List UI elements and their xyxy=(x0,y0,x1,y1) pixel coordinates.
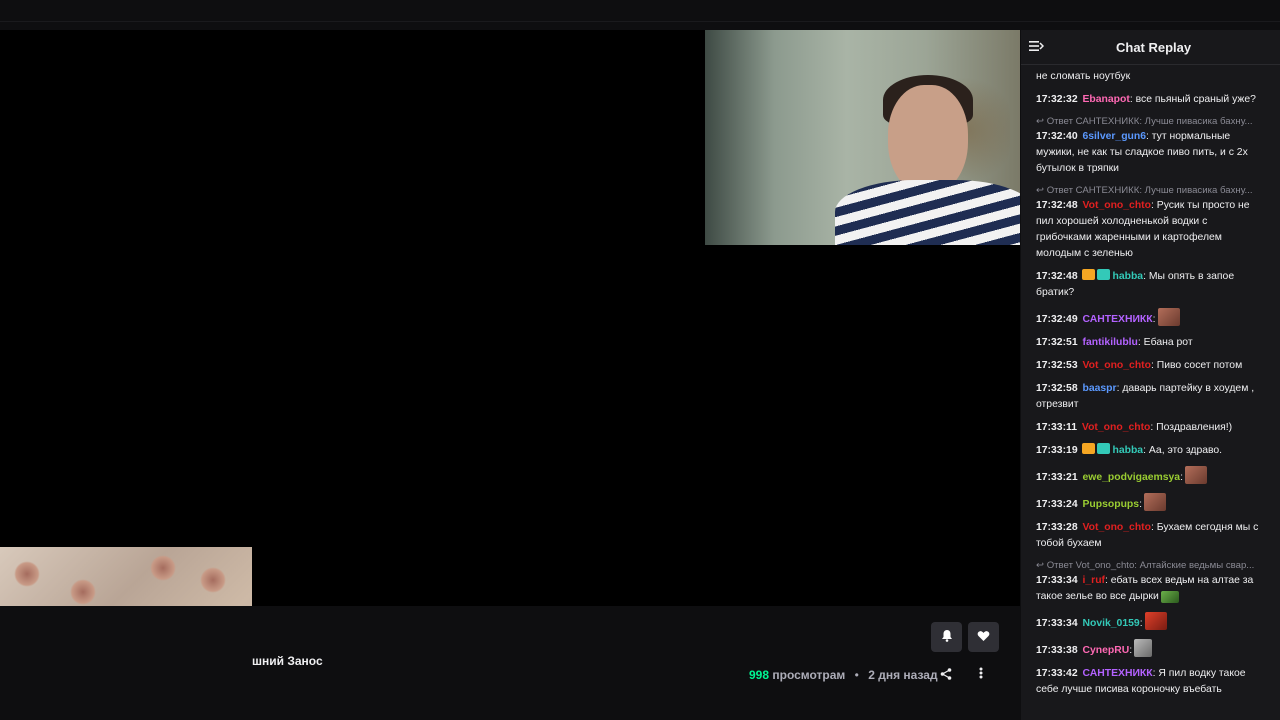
chat-username[interactable]: Vot_ono_chto xyxy=(1082,360,1151,371)
chat-message: 17:33:24 Pupsopups: xyxy=(1036,493,1265,513)
subscriber-badge-icon xyxy=(1097,443,1111,454)
chat-message: 17:32:32 Ebanapot: все пьяный сраный уже… xyxy=(1036,92,1265,108)
chat-timestamp: 17:32:53 xyxy=(1036,360,1081,371)
chat-message: 17:32:48 Vot_ono_chto: Русик ты просто н… xyxy=(1036,198,1265,262)
chat-text: : xyxy=(1152,314,1156,325)
chat-username[interactable]: Vot_ono_chto xyxy=(1082,522,1151,533)
crown-badge-icon xyxy=(1082,269,1096,280)
chat-username[interactable]: habba xyxy=(1112,445,1143,456)
chat-emote-icon xyxy=(1184,466,1207,484)
chat-username[interactable]: CynepRU xyxy=(1082,645,1129,656)
chat-text: : Аа, это здраво. xyxy=(1143,445,1223,456)
chat-text: : xyxy=(1129,645,1133,656)
chat-text: : все пьяный сраный уже? xyxy=(1129,94,1256,105)
chat-timestamp: 17:32:40 xyxy=(1036,131,1081,142)
chat-emote-icon xyxy=(1143,493,1166,511)
view-label: просмотрам xyxy=(772,668,846,682)
chat-timestamp: 17:33:38 xyxy=(1036,645,1081,656)
chat-timestamp: 17:32:48 xyxy=(1036,271,1081,282)
chat-message: 17:33:19 habba: Аа, это здраво. xyxy=(1036,443,1265,459)
heart-icon xyxy=(977,630,990,645)
stream-info-bar: шний Занос 998 просмотрам • 2 дня назад xyxy=(0,606,1020,720)
chat-timestamp: 17:32:58 xyxy=(1036,383,1081,394)
chat-text: : Пиво сосет потом xyxy=(1150,360,1243,371)
view-count: 998 xyxy=(749,668,770,682)
chat-timestamp: 17:33:42 xyxy=(1036,668,1081,679)
collapse-chat-icon[interactable] xyxy=(1029,39,1045,56)
chat-text: : Поздравления!) xyxy=(1150,422,1233,433)
chat-message: 17:32:40 6silver_gun6: тут нормальные му… xyxy=(1036,129,1265,177)
chat-username[interactable]: 6silver_gun6 xyxy=(1082,131,1146,142)
more-vertical-icon[interactable] xyxy=(979,666,983,682)
chat-message: 17:33:38 CynepRU: xyxy=(1036,639,1265,659)
chat-emote-icon xyxy=(1157,308,1180,326)
chat-text: : Ебана рот xyxy=(1137,337,1193,348)
chat-username[interactable]: САНТЕХНИКК xyxy=(1082,314,1152,325)
chat-message: 17:32:58 baaspr: даварь партейку в хоуде… xyxy=(1036,381,1265,413)
crown-badge-icon xyxy=(1082,443,1096,454)
chat-timestamp: 17:33:24 xyxy=(1036,499,1081,510)
chat-header: Chat Replay xyxy=(1021,30,1280,65)
chat-emote-icon xyxy=(1134,639,1153,657)
chat-timestamp: 17:32:32 xyxy=(1036,94,1081,105)
chat-text: : xyxy=(1180,472,1183,483)
chat-username[interactable]: baaspr xyxy=(1082,383,1116,394)
chat-message: 17:32:49 САНТЕХНИКК: xyxy=(1036,308,1265,328)
chat-username[interactable]: Ebanapot xyxy=(1082,94,1129,105)
follow-button[interactable] xyxy=(968,622,999,652)
chat-panel: Chat Replay 17:32:21 ewe_podvigaemsya: г… xyxy=(1021,30,1280,720)
chat-reply-context: ↩ Ответ Vot_ono_chto: Алтайские ведьмы с… xyxy=(1036,560,1255,571)
chat-timestamp: 17:33:11 xyxy=(1036,422,1080,433)
time-ago: 2 дня назад xyxy=(868,668,938,682)
top-navigation-bar xyxy=(0,0,1280,22)
subscriber-badge-icon xyxy=(1097,269,1111,280)
chat-username[interactable]: Vot_ono_chto xyxy=(1082,200,1151,211)
chat-timestamp: 17:33:21 xyxy=(1036,472,1081,483)
chat-timestamp: 17:32:49 xyxy=(1036,314,1081,325)
chat-message: 17:33:28 Vot_ono_chto: Бухаем сегодня мы… xyxy=(1036,520,1265,552)
chat-message: 17:33:34 i_ruf: ебать всех ведьм на алта… xyxy=(1036,573,1265,605)
webcam-overlay-main xyxy=(705,30,1020,245)
chat-timestamp: 17:33:28 xyxy=(1036,522,1081,533)
notification-button[interactable] xyxy=(931,622,962,652)
chat-reply-context: ↩ Ответ САНТЕХНИКК: Лучше пивасика бахну… xyxy=(1036,185,1253,196)
chat-message: 17:32:51 fantikilublu: Ебана рот xyxy=(1036,335,1265,351)
chat-message: 17:32:53 Vot_ono_chto: Пиво сосет потом xyxy=(1036,358,1265,374)
chat-message: 17:32:48 habba: Мы опять в запое братик? xyxy=(1036,269,1265,301)
chat-timestamp: 17:32:48 xyxy=(1036,200,1081,211)
chat-message: 17:33:21 ewe_podvigaemsya: xyxy=(1036,466,1265,486)
chat-text: : xyxy=(1139,499,1142,510)
chat-emote-icon xyxy=(1160,591,1179,603)
chat-username[interactable]: Vot_ono_chto xyxy=(1082,422,1151,433)
chat-title: Chat Replay xyxy=(1116,40,1192,55)
chat-timestamp: 17:33:19 xyxy=(1036,445,1081,456)
chat-timestamp: 17:33:34 xyxy=(1036,575,1081,586)
chat-message: 17:33:34 Novik_0159: xyxy=(1036,612,1265,632)
chat-text: : xyxy=(1139,618,1143,629)
chat-emote-icon xyxy=(1144,612,1167,630)
chat-username[interactable]: ewe_podvigaemsya xyxy=(1082,472,1180,483)
chat-username[interactable]: Pupsopups xyxy=(1082,499,1139,510)
chat-username[interactable]: i_ruf xyxy=(1082,575,1105,586)
chat-username[interactable]: Novik_0159 xyxy=(1082,618,1139,629)
chat-reply-context: ↩ Ответ САНТЕХНИКК: Лучше пивасика бахну… xyxy=(1036,116,1253,127)
chat-message: 17:33:11 Vot_ono_chto: Поздравления!) xyxy=(1036,420,1265,436)
chat-timestamp: 17:32:51 xyxy=(1036,337,1081,348)
chat-timestamp: 17:33:34 xyxy=(1036,618,1081,629)
share-icon[interactable] xyxy=(940,668,952,683)
chat-username[interactable]: habba xyxy=(1112,271,1143,282)
chat-username[interactable]: fantikilublu xyxy=(1082,337,1137,348)
chat-message: 17:33:42 САНТЕХНИКК: Я пил водку такое с… xyxy=(1036,666,1265,698)
chat-message-list[interactable]: 17:32:21 ewe_podvigaemsya: главное снова… xyxy=(1021,53,1280,705)
stream-title: шний Занос xyxy=(252,654,323,668)
stream-meta: 998 просмотрам • 2 дня назад xyxy=(749,668,938,682)
chat-username[interactable]: САНТЕХНИКК xyxy=(1082,668,1152,679)
meta-separator: • xyxy=(854,668,859,682)
bell-icon xyxy=(941,629,953,645)
